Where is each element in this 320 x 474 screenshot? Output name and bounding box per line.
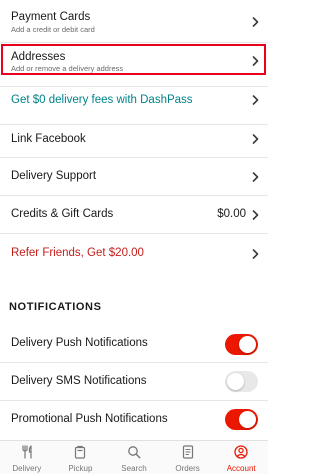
refer-friends-row[interactable]: Refer Friends, Get $20.00 <box>0 234 268 274</box>
receipt-icon <box>181 445 195 459</box>
delivery-sms-notifications-row: Delivery SMS Notifications <box>0 363 268 401</box>
delivery-push-notifications-row: Delivery Push Notifications <box>0 325 268 363</box>
tab-orders[interactable]: Orders <box>161 441 215 474</box>
payment-cards-subtitle: Add a credit or debit card <box>11 25 95 34</box>
delivery-support-row[interactable]: Delivery Support <box>0 158 268 196</box>
credits-balance: $0.00 <box>217 208 246 220</box>
tab-pickup[interactable]: Pickup <box>54 441 108 474</box>
payment-cards-row[interactable]: Payment Cards Add a credit or debit card <box>0 0 268 43</box>
notifications-header: NOTIFICATIONS <box>9 301 102 313</box>
account-page: Payment Cards Add a credit or debit card… <box>0 0 268 474</box>
notification-label: Delivery SMS Notifications <box>11 375 147 387</box>
refer-friends-title: Refer Friends, Get $20.00 <box>11 247 144 259</box>
tab-label: Pickup <box>68 464 93 473</box>
account-icon <box>234 445 248 459</box>
credits-gift-cards-row[interactable]: Credits & Gift Cards $0.00 <box>0 196 268 234</box>
notification-label: Promotional Push Notifications <box>11 413 168 425</box>
tab-label: Account <box>226 464 256 473</box>
chevron-right-icon <box>252 134 259 144</box>
delivery-sms-toggle[interactable] <box>225 371 258 392</box>
chevron-right-icon <box>252 95 259 105</box>
notification-label: Delivery Push Notifications <box>11 337 148 349</box>
toggle-knob <box>239 411 256 428</box>
tab-search[interactable]: Search <box>107 441 161 474</box>
addresses-row[interactable]: Addresses Add or remove a delivery addre… <box>0 43 268 87</box>
credits-gift-cards-title: Credits & Gift Cards <box>11 208 114 220</box>
search-icon <box>127 445 141 459</box>
dashpass-title: Get $0 delivery fees with DashPass <box>11 94 193 106</box>
chevron-right-icon <box>252 56 259 66</box>
addresses-title: Addresses <box>11 51 66 63</box>
payment-cards-title: Payment Cards <box>11 11 91 23</box>
fork-knife-icon <box>20 445 34 459</box>
tab-label: Orders <box>175 464 200 473</box>
addresses-subtitle: Add or remove a delivery address <box>11 64 124 73</box>
delivery-push-toggle[interactable] <box>225 334 258 355</box>
link-facebook-row[interactable]: Link Facebook <box>0 125 268 158</box>
link-facebook-title: Link Facebook <box>11 133 86 145</box>
chevron-right-icon <box>252 249 259 259</box>
chevron-right-icon <box>252 210 259 220</box>
promotional-push-toggle[interactable] <box>225 409 258 430</box>
chevron-right-icon <box>252 17 259 27</box>
promotional-push-notifications-row: Promotional Push Notifications <box>0 401 268 440</box>
tab-label: Delivery <box>12 464 42 473</box>
bottom-tab-bar: Delivery Pickup Search Orders Account <box>0 440 268 474</box>
dashpass-row[interactable]: Get $0 delivery fees with DashPass <box>0 87 268 125</box>
delivery-support-title: Delivery Support <box>11 170 97 182</box>
tab-label: Search <box>121 464 147 473</box>
chevron-right-icon <box>252 172 259 182</box>
tab-delivery[interactable]: Delivery <box>0 441 54 474</box>
tab-account[interactable]: Account <box>214 441 268 474</box>
bag-icon <box>73 445 87 459</box>
toggle-knob <box>227 373 244 390</box>
toggle-knob <box>239 336 256 353</box>
